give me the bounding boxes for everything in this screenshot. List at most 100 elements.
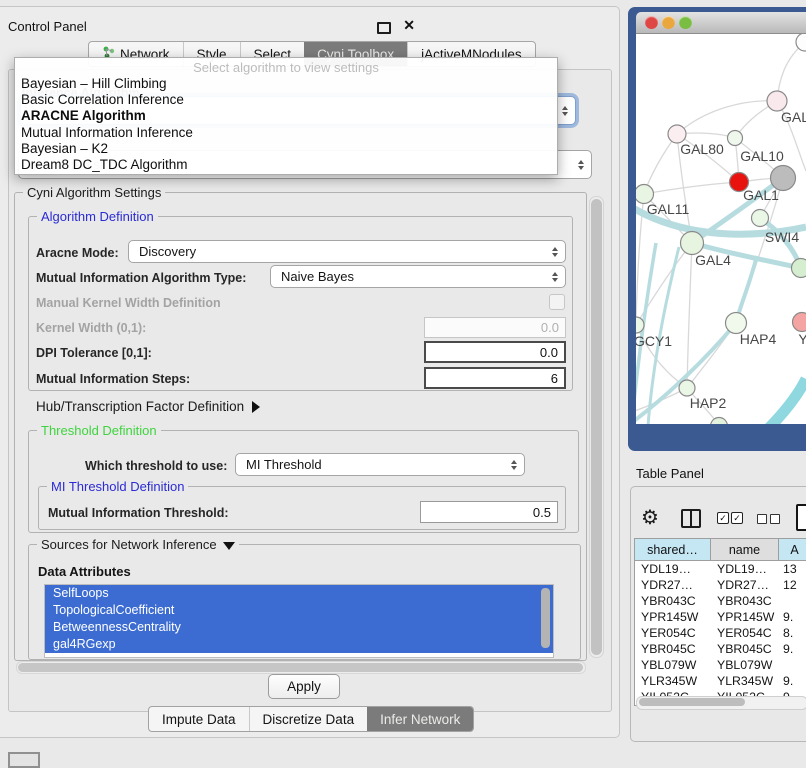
apply-button[interactable]: Apply bbox=[268, 674, 340, 699]
node-label-hap4: HAP4 bbox=[740, 331, 777, 347]
algorithm-item[interactable]: Mutual Information Inference bbox=[15, 125, 557, 141]
node-label-gal1: GAL1 bbox=[743, 187, 779, 203]
network-edge[interactable] bbox=[644, 134, 677, 194]
data-attributes-list[interactable]: SelfLoopsTopologicalCoefficientBetweenne… bbox=[44, 584, 554, 658]
minimized-panel-icon[interactable] bbox=[8, 752, 40, 768]
network-edge[interactable] bbox=[644, 182, 739, 194]
bottom-tab-infer-network[interactable]: Infer Network bbox=[367, 707, 473, 731]
attribute-item-topologicalcoefficient[interactable]: TopologicalCoefficient bbox=[45, 602, 553, 619]
checked-box-icon[interactable]: ✓ bbox=[731, 512, 743, 524]
algorithm-item[interactable]: ARACNE Algorithm bbox=[15, 108, 557, 124]
table-row[interactable]: YPR145WYPR145W9. bbox=[635, 609, 806, 625]
network-canvas[interactable]: GALGAL80GAL10GAL1GAL11SWI4GAL4GCY1HAP4YH… bbox=[636, 34, 806, 424]
table-cell bbox=[779, 593, 806, 609]
mi-threshold-field[interactable]: 0.5 bbox=[420, 501, 558, 523]
network-node-gal10[interactable] bbox=[728, 131, 743, 146]
settings-horizontal-scrollbar[interactable] bbox=[16, 661, 586, 674]
table-cell: 12 bbox=[779, 577, 806, 593]
network-edge[interactable] bbox=[766, 379, 806, 424]
network-node-gal[interactable] bbox=[767, 91, 787, 111]
bottom-tab-impute-data[interactable]: Impute Data bbox=[149, 707, 249, 731]
close-traffic-light[interactable] bbox=[645, 16, 658, 29]
table-row[interactable]: YDL19…YDL19…13 bbox=[635, 561, 806, 577]
scrollbar-thumb[interactable] bbox=[639, 698, 745, 706]
algorithm-item[interactable]: Basic Correlation Inference bbox=[15, 92, 557, 108]
table-row[interactable]: YER054CYER054C8. bbox=[635, 625, 806, 641]
bottom-tab-discretize-data[interactable]: Discretize Data bbox=[249, 707, 368, 731]
settings-vertical-scrollbar[interactable] bbox=[589, 196, 604, 658]
table-cell: YDL19… bbox=[711, 561, 779, 577]
network-edge[interactable] bbox=[687, 243, 692, 388]
manual-kernel-checkbox[interactable] bbox=[549, 294, 565, 310]
scrollbar-thumb[interactable] bbox=[591, 199, 602, 655]
control-panel-title: Control Panel bbox=[8, 19, 87, 34]
mi-steps-field[interactable]: 6 bbox=[424, 367, 566, 389]
attribute-item-selfloops[interactable]: SelfLoops bbox=[45, 585, 553, 602]
algorithm-item[interactable]: Bayesian – K2 bbox=[15, 141, 557, 157]
network-edge[interactable] bbox=[677, 101, 777, 134]
mi-type-combo[interactable]: Naive Bayes bbox=[270, 265, 566, 288]
node-label-gal4: GAL4 bbox=[695, 252, 731, 268]
combo-arrows-icon bbox=[578, 160, 584, 170]
gear-icon[interactable]: ⚙ bbox=[641, 505, 659, 530]
float-window-icon[interactable] bbox=[377, 22, 391, 34]
network-node-swi4[interactable] bbox=[752, 210, 769, 227]
network-node-hap2[interactable] bbox=[679, 380, 695, 396]
dropdown-hint: Select algorithm to view settings bbox=[15, 60, 557, 75]
table-row[interactable]: YBR045CYBR045C9. bbox=[635, 641, 806, 657]
node-label-gal: GAL bbox=[781, 109, 806, 125]
table-row[interactable]: YDR27…YDR27…12 bbox=[635, 577, 806, 593]
attribute-item-betweennesscentrality[interactable]: BetweennessCentrality bbox=[45, 619, 553, 636]
unchecked-box-icon[interactable] bbox=[770, 514, 780, 524]
network-node[interactable] bbox=[792, 259, 806, 278]
table-cell: YBR045C bbox=[635, 641, 711, 657]
export-table-icon[interactable] bbox=[796, 504, 806, 531]
network-window-titlebar[interactable] bbox=[636, 12, 806, 34]
manual-kernel-label: Manual Kernel Width Definition bbox=[36, 296, 221, 310]
table-body: YDL19…YDL19…13YDR27…YDR27…12YBR043CYBR04… bbox=[635, 561, 806, 705]
kernel-width-field[interactable]: 0.0 bbox=[424, 317, 566, 338]
dpi-tolerance-label: DPI Tolerance [0,1]: bbox=[36, 346, 152, 360]
table-horizontal-scrollbar[interactable] bbox=[636, 696, 806, 710]
table-cell: YDL19… bbox=[635, 561, 711, 577]
node-label-hap2: HAP2 bbox=[690, 395, 727, 411]
which-threshold-combo[interactable]: MI Threshold bbox=[235, 453, 525, 476]
algorithm-dropdown-popup: Select algorithm to view settings Bayesi… bbox=[14, 57, 558, 175]
column-header-shared-[interactable]: shared… bbox=[635, 539, 711, 560]
columns-icon[interactable] bbox=[681, 509, 701, 528]
network-view-window: GALGAL80GAL10GAL1GAL11SWI4GAL4GCY1HAP4YH… bbox=[628, 7, 806, 451]
table-row[interactable]: YBL079WYBL079W bbox=[635, 657, 806, 673]
algorithm-item[interactable]: Dream8 DC_TDC Algorithm bbox=[15, 157, 557, 173]
network-node-y[interactable] bbox=[793, 313, 806, 332]
zoom-traffic-light[interactable] bbox=[679, 16, 692, 29]
minimize-traffic-light[interactable] bbox=[662, 16, 675, 29]
node-label-gcy1: GCY1 bbox=[636, 333, 672, 349]
bottom-tab-bar: Impute DataDiscretize DataInfer Network bbox=[148, 706, 474, 732]
attribute-item-gal4rgexp[interactable]: gal4RGexp bbox=[45, 636, 553, 653]
combo-arrows-icon bbox=[511, 460, 517, 470]
node-label-gal80: GAL80 bbox=[680, 141, 724, 157]
table-row[interactable]: YLR345WYLR345W9. bbox=[635, 673, 806, 689]
network-node[interactable] bbox=[771, 166, 796, 191]
settings-legend: Cyni Algorithm Settings bbox=[23, 185, 165, 200]
dpi-tolerance-field[interactable]: 0.0 bbox=[424, 341, 566, 363]
node-label-swi4: SWI4 bbox=[765, 229, 799, 245]
scrollbar-thumb[interactable] bbox=[18, 663, 583, 672]
close-icon[interactable]: ✕ bbox=[403, 17, 415, 34]
table-cell: 9. bbox=[779, 641, 806, 657]
hub-definition-expander[interactable]: Hub/Transcription Factor Definition bbox=[36, 399, 260, 414]
list-scrollbar[interactable] bbox=[541, 588, 550, 648]
column-header-name[interactable]: name bbox=[711, 539, 779, 560]
table-row[interactable]: YBR043CYBR043C bbox=[635, 593, 806, 609]
sources-legend[interactable]: Sources for Network Inference bbox=[37, 537, 239, 552]
checked-box-icon[interactable]: ✓ bbox=[717, 512, 729, 524]
unchecked-box-icon[interactable] bbox=[757, 514, 767, 524]
aracne-mode-combo[interactable]: Discovery bbox=[128, 240, 566, 263]
column-header-a[interactable]: A bbox=[779, 539, 806, 560]
algorithm-item[interactable]: Bayesian – Hill Climbing bbox=[15, 76, 557, 92]
table-panel-title: Table Panel bbox=[636, 466, 704, 481]
table-cell: YBL079W bbox=[635, 657, 711, 673]
table-cell: YLR345W bbox=[635, 673, 711, 689]
algorithm-list: Bayesian – Hill ClimbingBasic Correlatio… bbox=[15, 76, 557, 173]
which-threshold-value: MI Threshold bbox=[246, 457, 322, 472]
